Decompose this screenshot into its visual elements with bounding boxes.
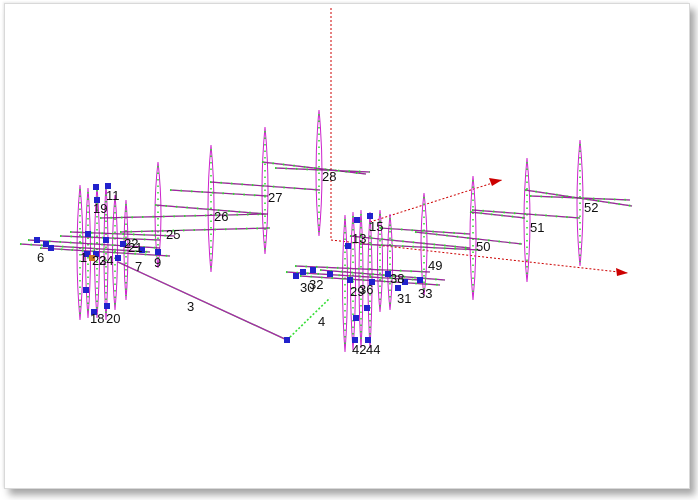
label-42: 42 bbox=[352, 342, 366, 357]
node-marker-4[interactable] bbox=[85, 231, 91, 237]
label-22: 22 bbox=[124, 236, 138, 251]
label-50: 50 bbox=[476, 239, 490, 254]
node-marker-15[interactable] bbox=[83, 287, 89, 293]
node-marker-25[interactable] bbox=[347, 277, 353, 283]
label-26: 26 bbox=[214, 209, 228, 224]
node-marker-22[interactable] bbox=[300, 269, 306, 275]
label-3: 3 bbox=[187, 299, 194, 314]
label-27: 27 bbox=[268, 190, 282, 205]
node-marker-14[interactable] bbox=[115, 255, 121, 261]
label-9: 9 bbox=[154, 255, 161, 270]
label-31: 31 bbox=[397, 291, 411, 306]
node-marker-23[interactable] bbox=[310, 267, 316, 273]
label-49: 49 bbox=[428, 258, 442, 273]
label-15: 15 bbox=[369, 219, 383, 234]
label-1: 1 bbox=[80, 250, 87, 265]
label-36: 36 bbox=[359, 282, 373, 297]
node-marker-21[interactable] bbox=[345, 243, 351, 249]
label-25: 25 bbox=[166, 227, 180, 242]
node-marker-17[interactable] bbox=[104, 303, 110, 309]
label-7: 7 bbox=[135, 259, 142, 274]
node-marker-28[interactable] bbox=[417, 277, 423, 283]
member-overlay-7 bbox=[119, 227, 271, 233]
node-marker-32[interactable] bbox=[353, 315, 359, 321]
label-32: 32 bbox=[309, 277, 323, 292]
label-4: 4 bbox=[318, 314, 325, 329]
y-axis-arrow-icon bbox=[489, 178, 502, 186]
x-axis-arrow-icon bbox=[616, 268, 628, 276]
label-18: 18 bbox=[90, 311, 104, 326]
node-marker-7[interactable] bbox=[48, 245, 54, 251]
label-13: 13 bbox=[352, 231, 366, 246]
label-51: 51 bbox=[530, 220, 544, 235]
label-28: 28 bbox=[322, 169, 336, 184]
node-marker-6[interactable] bbox=[34, 237, 40, 243]
member-3-overlay bbox=[117, 261, 288, 341]
structure-model-canvas[interactable]: 1 3 4 6 7 9 11 19 21 22 18 20 23 24 25 2… bbox=[0, 0, 698, 500]
label-38: 38 bbox=[390, 271, 404, 286]
label-44: 44 bbox=[366, 342, 380, 357]
frame-arc-11[interactable] bbox=[342, 214, 348, 353]
label-6: 6 bbox=[37, 250, 44, 265]
node-marker-18[interactable] bbox=[284, 337, 290, 343]
label-24: 24 bbox=[99, 253, 113, 268]
label-11: 11 bbox=[106, 188, 120, 203]
node-marker-33[interactable] bbox=[364, 305, 370, 311]
node-marker-1[interactable] bbox=[93, 184, 99, 190]
node-marker-34[interactable] bbox=[293, 273, 299, 279]
member-overlay-9 bbox=[169, 189, 269, 197]
node-marker-24[interactable] bbox=[327, 271, 333, 277]
node-marker-8[interactable] bbox=[103, 237, 109, 243]
node-marker-19[interactable] bbox=[354, 217, 360, 223]
label-33: 33 bbox=[418, 286, 432, 301]
global-axes bbox=[330, 8, 629, 276]
label-20: 20 bbox=[106, 311, 120, 326]
label-19: 19 bbox=[93, 201, 107, 216]
label-52: 52 bbox=[584, 200, 598, 215]
